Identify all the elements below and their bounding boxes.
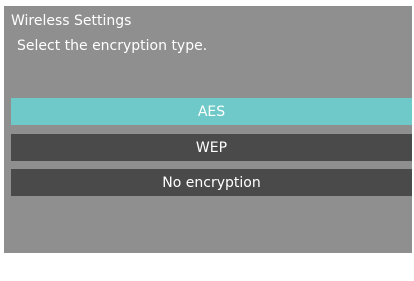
- instruction-text: Select the encryption type.: [17, 38, 208, 54]
- option-wep-label: WEP: [195, 139, 228, 156]
- option-no-encryption[interactable]: No encryption: [11, 169, 412, 196]
- option-wep[interactable]: WEP: [11, 134, 412, 161]
- wireless-settings-screen: Wireless Settings Select the encryption …: [4, 6, 412, 253]
- option-aes[interactable]: AES: [11, 98, 412, 125]
- option-no-encryption-label: No encryption: [162, 174, 261, 191]
- option-aes-label: AES: [197, 103, 226, 120]
- screen-title: Wireless Settings: [11, 13, 132, 29]
